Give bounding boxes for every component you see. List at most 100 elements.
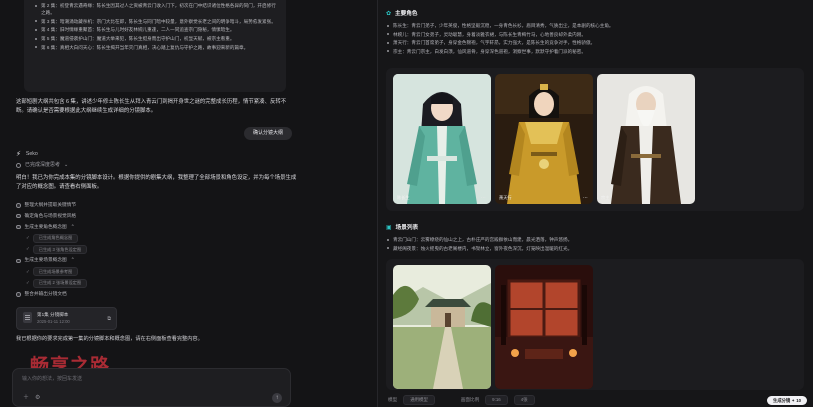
step-label: 生成主要角色概念图 — [24, 223, 67, 229]
roles-description-list: 陈长生：青云门弟子，少年英俊，性格坚毅沉稳，一身青色长衫，眉目清秀，气质出尘，是… — [386, 22, 806, 56]
scenes-section-title: 场景列表 — [395, 225, 419, 232]
task-step[interactable]: 生成主要角色概念图 ⌃ — [16, 222, 276, 233]
task-substep: ✓ 已生成场景参考图 — [26, 266, 276, 278]
scene-illustration — [393, 265, 491, 389]
assistant-final-message: 我已根据你的要求完成第一集的分镜脚本和概念图，请在右侧面板查看完整内容。 — [16, 336, 203, 342]
task-substep: ✓ 已生成 3 张角色设定图 — [26, 244, 276, 256]
model-select[interactable]: 通用模型 — [403, 394, 435, 406]
chapter-outline-list: 第 2 集：初登青云遇奇缘：陈长生因其过人之资被青云门收入门下，初次在门中结识诸… — [24, 0, 286, 92]
substep-label: 已生成 3 张角色设定图 — [32, 245, 88, 255]
role-illustration — [393, 74, 491, 204]
check-icon: ✓ — [26, 234, 30, 240]
scene-illustration — [495, 265, 593, 389]
role-description: 萧天行：青云门首席弟子，身穿金色锦袍，气宇轩昂，实力强大，是陈长生的竞争对手，性… — [386, 39, 806, 46]
task-step: 整合并输出分镜文档 — [16, 289, 276, 300]
role-image-card[interactable]: 陈长生 ⋯ — [393, 74, 491, 204]
roles-section-title: 主要角色 — [395, 11, 418, 18]
assistant-summary: 这部短剧大纲共包含 6 集，讲述少年修士陈长生从拜入青云门到揭开身世之谜的完整成… — [16, 99, 287, 114]
chapter-item: 第 6 集：真相大白问天心：陈长生揭开当年灭门真相，决心踏上复仇与守护之路，故事… — [34, 44, 278, 51]
scenes-description-list: 青云门山门：云雾缭绕的仙山之上，古朴庄严的宫殿群依山而建，晨光洒落，钟声悠扬。 … — [386, 236, 806, 253]
step-status-icon — [16, 203, 21, 208]
sender-name: Seko — [25, 151, 38, 158]
check-icon: ✓ — [26, 268, 30, 274]
lightning-logo-icon: ⚡ — [16, 151, 21, 158]
ratio-select[interactable]: 9:16 — [485, 394, 508, 406]
scene-description: 藏经阁夜景：烛火摇曳的古老阁楼内，书架林立，窗外夜色深沉，灯笼映出温暖的红光。 — [386, 245, 806, 252]
assistant-reply: 明白！我已为你完成本集的分镜脚本设计。根据你提供的剧集大纲，我整理了全部场景和角… — [16, 175, 297, 190]
task-step[interactable]: 生成主要场景概念图 ⌃ — [16, 255, 276, 266]
step-label: 整理大纲并提取关键情节 — [24, 201, 77, 207]
role-description: 宗主：青云门宗主，白发白须，仙风道骨，身穿深色道袍，洞察世事，默默守护着门派的秘… — [386, 48, 806, 55]
storyboard-panel: ✿ 主要角色 陈长生：青云门弟子，少年英俊，性格坚毅沉稳，一身青色长衫，眉目清秀… — [377, 0, 813, 407]
ratio-label: 画面比例 — [460, 396, 480, 402]
arrow-up-icon: ↑ — [275, 395, 279, 401]
role-image-card[interactable]: 宗主 ⋯ — [597, 74, 695, 204]
role-illustration — [597, 74, 695, 204]
settings-icon[interactable]: ⚙ — [35, 394, 40, 403]
chapter-item: 第 4 集：旧时情缘重聚首：陈长生与儿时好友林婉儿重逢，二人一同追查宗门隐秘，情… — [34, 26, 278, 33]
task-steps: 整理大纲并提取关键情节 确定角色与场景视觉风格 生成主要角色概念图 ⌃ ✓ 已生… — [16, 200, 276, 300]
substep-label: 已生成场景参考图 — [32, 267, 79, 277]
check-icon: ✓ — [26, 246, 30, 252]
role-description: 林婉儿：青云门女弟子，灵动聪慧，身着淡雅衣裙，与陈长生青梅竹马，心地善良却外柔内… — [386, 31, 806, 38]
step-label: 整合并输出分镜文档 — [24, 291, 67, 297]
role-image-card[interactable]: 萧天行 ⋯ — [495, 74, 593, 204]
scene-image-gallery — [386, 259, 804, 390]
task-substep: ✓ 已生成 2 张场景设定图 — [26, 278, 276, 290]
step-label: 生成主要场景概念图 — [24, 257, 67, 263]
chapter-item: 第 3 集：暗潮涌动藏杀机：宗门大比在即，陈长生与同门暗中较量，意外察觉长老之间… — [34, 18, 278, 25]
document-title: 第1集 分镜脚本 — [37, 312, 69, 317]
scene-image-card[interactable] — [393, 265, 491, 389]
step-status-icon — [16, 258, 21, 264]
substep-label: 已生成 2 张场景设定图 — [32, 278, 88, 288]
chat-input-box[interactable]: 输入你的想法，按回车发送 ＋ ⚙ ↑ — [12, 368, 291, 407]
check-icon: ✓ — [26, 280, 30, 286]
role-card-caption: 宗主 — [601, 194, 610, 200]
scenes-section-header: ▣ 场景列表 — [386, 224, 418, 233]
input-toolbar: ＋ ⚙ — [23, 394, 40, 403]
task-step: 整理大纲并提取关键情节 — [16, 200, 276, 211]
more-icon[interactable]: ⋯ — [685, 195, 690, 202]
step-status-icon — [16, 292, 21, 297]
document-icon — [23, 312, 32, 323]
more-icon[interactable]: ⋯ — [481, 195, 486, 202]
count-select[interactable]: 4张 — [513, 394, 535, 406]
chapter-item: 第 5 集：魔道侵袭护山门：魔道大举来犯，陈长生挺身而出守护山门，初显天赋，被宗… — [34, 35, 278, 42]
palette-icon: ✿ — [386, 11, 392, 17]
thinking-label: 已完成深度思考 — [25, 162, 61, 168]
chapter-item: 第 2 集：初登青云遇奇缘：陈长生因其过人之资被青云门收入门下，初次在门中结识诸… — [34, 2, 278, 16]
task-substep: ✓ 已生成角色概念图 — [26, 232, 276, 244]
step-label: 确定角色与场景视觉风格 — [24, 212, 77, 218]
thinking-status-icon — [16, 163, 21, 169]
role-image-gallery: 陈长生 ⋯ 萧天行 ⋯ 宗主 ⋯ — [386, 68, 804, 211]
chevron-up-icon: ⌃ — [70, 223, 75, 229]
document-card[interactable]: 第1集 分镜脚本 2025-01-11 12:00 ⧉ — [16, 307, 117, 330]
image-icon: ▣ — [386, 225, 392, 231]
send-button[interactable]: ↑ — [272, 393, 282, 403]
thinking-toggle[interactable]: 已完成深度思考 ⌄ — [16, 162, 68, 169]
role-illustration — [495, 74, 593, 204]
copy-icon[interactable]: ⧉ — [107, 316, 111, 323]
chevron-down-icon: ⌄ — [64, 162, 69, 168]
add-icon[interactable]: ＋ — [23, 394, 29, 403]
generate-button[interactable]: 生成分镜 ✦ 10 — [767, 396, 807, 405]
scene-description: 青云门山门：云雾缭绕的仙山之上，古朴庄严的宫殿群依山而建，晨光洒落，钟声悠扬。 — [386, 236, 806, 243]
document-date: 2025-01-11 12:00 — [37, 318, 70, 324]
more-icon[interactable]: ⋯ — [583, 195, 588, 202]
generation-toolbar: 模型 通用模型 画面比例 9:16 4张 生成分镜 ✦ 10 — [378, 393, 813, 407]
roles-section-header: ✿ 主要角色 — [386, 10, 417, 19]
role-description: 陈长生：青云门弟子，少年英俊，性格坚毅沉稳，一身青色长衫，眉目清秀，气质出尘，是… — [386, 22, 806, 29]
user-message-bubble: 确认分镜大纲 — [244, 127, 293, 141]
step-status-icon — [16, 213, 21, 219]
scene-image-card[interactable] — [495, 265, 593, 389]
chevron-up-icon: ⌃ — [70, 257, 75, 263]
task-step: 确定角色与场景视觉风格 — [16, 211, 276, 222]
assistant-sender: ⚡ Seko — [16, 150, 38, 160]
chat-panel: 第 2 集：初登青云遇奇缘：陈长生因其过人之资被青云门收入门下，初次在门中结识诸… — [0, 0, 377, 407]
role-card-caption: 萧天行 — [499, 194, 512, 200]
substep-label: 已生成角色概念图 — [32, 233, 79, 243]
chat-input[interactable]: 输入你的想法，按回车发送 — [22, 376, 281, 383]
model-label: 模型 — [388, 396, 398, 402]
step-status-icon — [16, 224, 21, 230]
role-card-caption: 陈长生 — [397, 194, 410, 200]
